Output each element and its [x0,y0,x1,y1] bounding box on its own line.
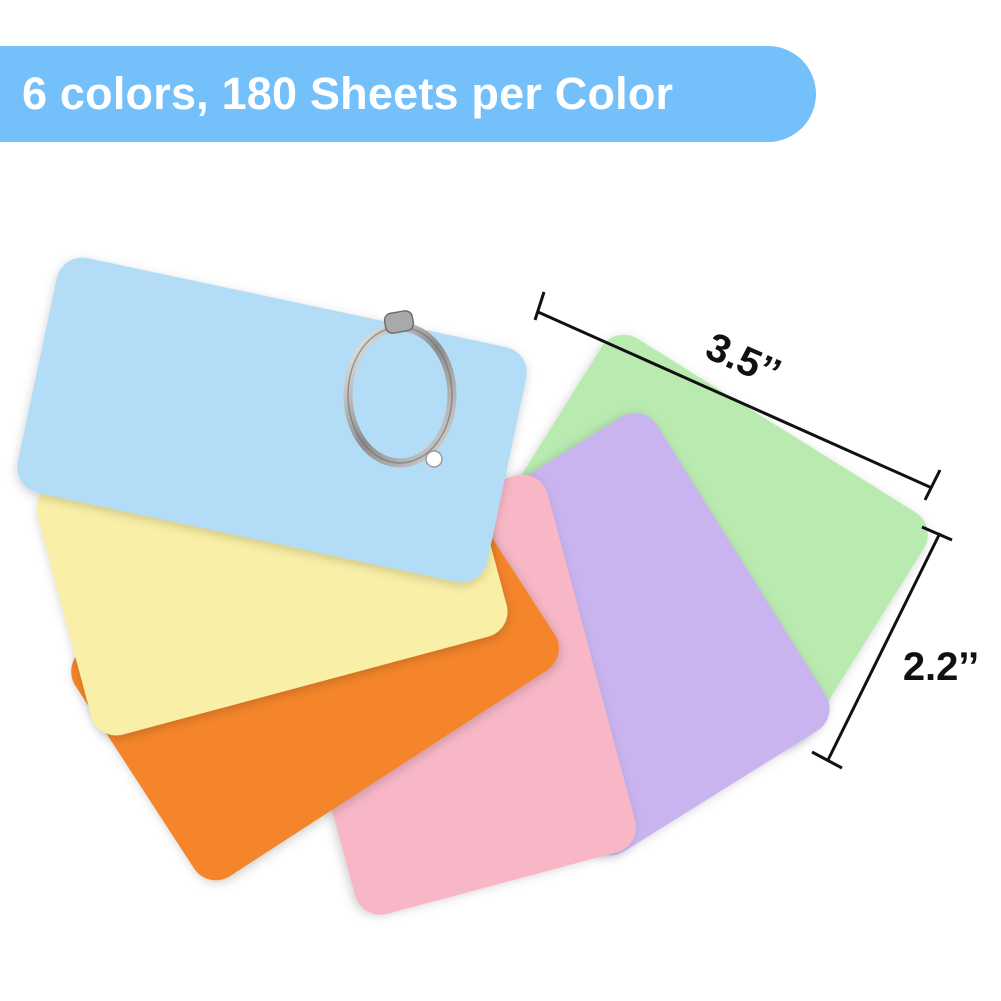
product-image: 6 colors, 180 Sheets per Color 3.5’’ 2.2… [0,0,1001,1001]
card-fan-illustration: 3.5’’ 2.2’’ [17,257,979,915]
length-label: 3.5’’ [699,324,787,395]
width-label: 2.2’’ [903,645,979,689]
